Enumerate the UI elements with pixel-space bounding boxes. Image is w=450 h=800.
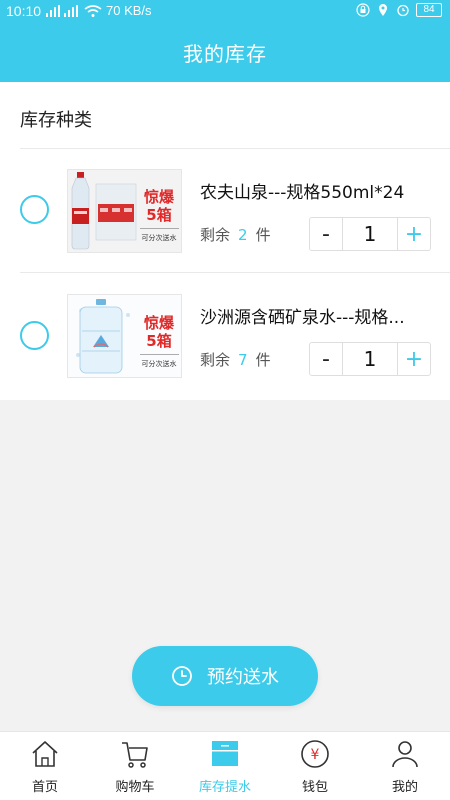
product-name: 农夫山泉---规格550ml*24 [200,183,405,203]
remain-unit: 件 [255,226,271,244]
promo-note-text: 可分次送水 [142,233,177,242]
quantity-stepper: - 1 + [309,342,431,376]
remain-info: 剩余 2 件 [200,224,271,245]
promo-sub-text: 5箱 [146,206,171,224]
select-radio[interactable] [20,195,49,224]
tab-profile[interactable]: 我的 [360,732,450,800]
quantity-value[interactable]: 1 [342,218,398,250]
decrement-button[interactable]: - [310,343,342,375]
promo-main-text: 惊爆 [144,188,175,206]
tab-cart[interactable]: 购物车 [90,732,180,800]
remain-unit: 件 [255,351,271,369]
cart-icon [122,742,148,768]
status-right: 84 [356,3,442,17]
promo-sub-text: 5箱 [146,332,171,350]
inventory-icon [212,741,238,766]
remain-count: 2 [238,226,248,244]
battery-indicator: 84 [416,3,442,17]
promo-main-text: 惊爆 [144,314,175,332]
remain-label: 剩余 [200,351,231,369]
water-bucket-icon: 惊爆 5箱 可分次送水 [68,295,181,377]
tab-label: 钱包 [301,780,328,795]
quantity-value[interactable]: 1 [342,343,398,375]
water-bottle-pack-icon: 惊爆 5箱 可分次送水 [68,170,181,252]
wifi-icon [84,5,102,17]
product-name: 沙洲源含硒矿泉水---规格... [200,308,405,328]
cell-signal-icon [46,5,60,17]
app-header: 10:10 70 KB/s 84 我的库存 [0,0,450,82]
clock-icon [172,666,192,686]
alarm-icon [397,4,409,17]
divider [20,272,450,273]
status-time: 10:10 [6,3,42,19]
increment-button[interactable]: + [398,218,430,250]
tab-home[interactable]: 首页 [0,732,90,800]
svg-text:¥: ¥ [311,747,320,763]
location-icon [379,4,387,16]
page-title: 我的库存 [183,42,267,66]
select-radio[interactable] [20,321,49,350]
inventory-panel: 库存种类 惊爆 5箱 可分次送水 农夫山泉---规格550ml*24 剩余 2 … [0,82,450,400]
bottom-tab-bar: 首页 购物车 库存提水 ¥ 钱包 我的 [0,731,450,800]
cell-signal-icon-2 [64,5,78,17]
section-title: 库存种类 [20,110,92,131]
schedule-delivery-label: 预约送水 [207,667,279,688]
tab-wallet[interactable]: ¥ 钱包 [270,732,360,800]
network-speed: 70 KB/s [106,3,152,18]
increment-button[interactable]: + [398,343,430,375]
promo-note-text: 可分次送水 [142,359,177,368]
remain-count: 7 [238,351,248,369]
home-icon [32,741,58,767]
status-bar: 10:10 70 KB/s 84 [0,0,450,24]
lock-icon [356,3,370,17]
user-icon [392,741,418,768]
tab-label: 首页 [31,780,58,795]
decrement-button[interactable]: - [310,218,342,250]
product-image: 惊爆 5箱 可分次送水 [67,169,182,253]
remain-info: 剩余 7 件 [200,349,271,370]
product-image: 惊爆 5箱 可分次送水 [67,294,182,378]
tab-label: 购物车 [115,780,155,795]
divider [20,148,450,149]
quantity-stepper: - 1 + [309,217,431,251]
schedule-delivery-button[interactable]: 预约送水 [132,646,318,706]
tab-label: 我的 [391,780,418,795]
tab-label: 库存提水 [198,780,251,795]
tab-inventory[interactable]: 库存提水 [180,732,270,800]
remain-label: 剩余 [200,226,231,244]
wallet-icon: ¥ [301,740,329,768]
